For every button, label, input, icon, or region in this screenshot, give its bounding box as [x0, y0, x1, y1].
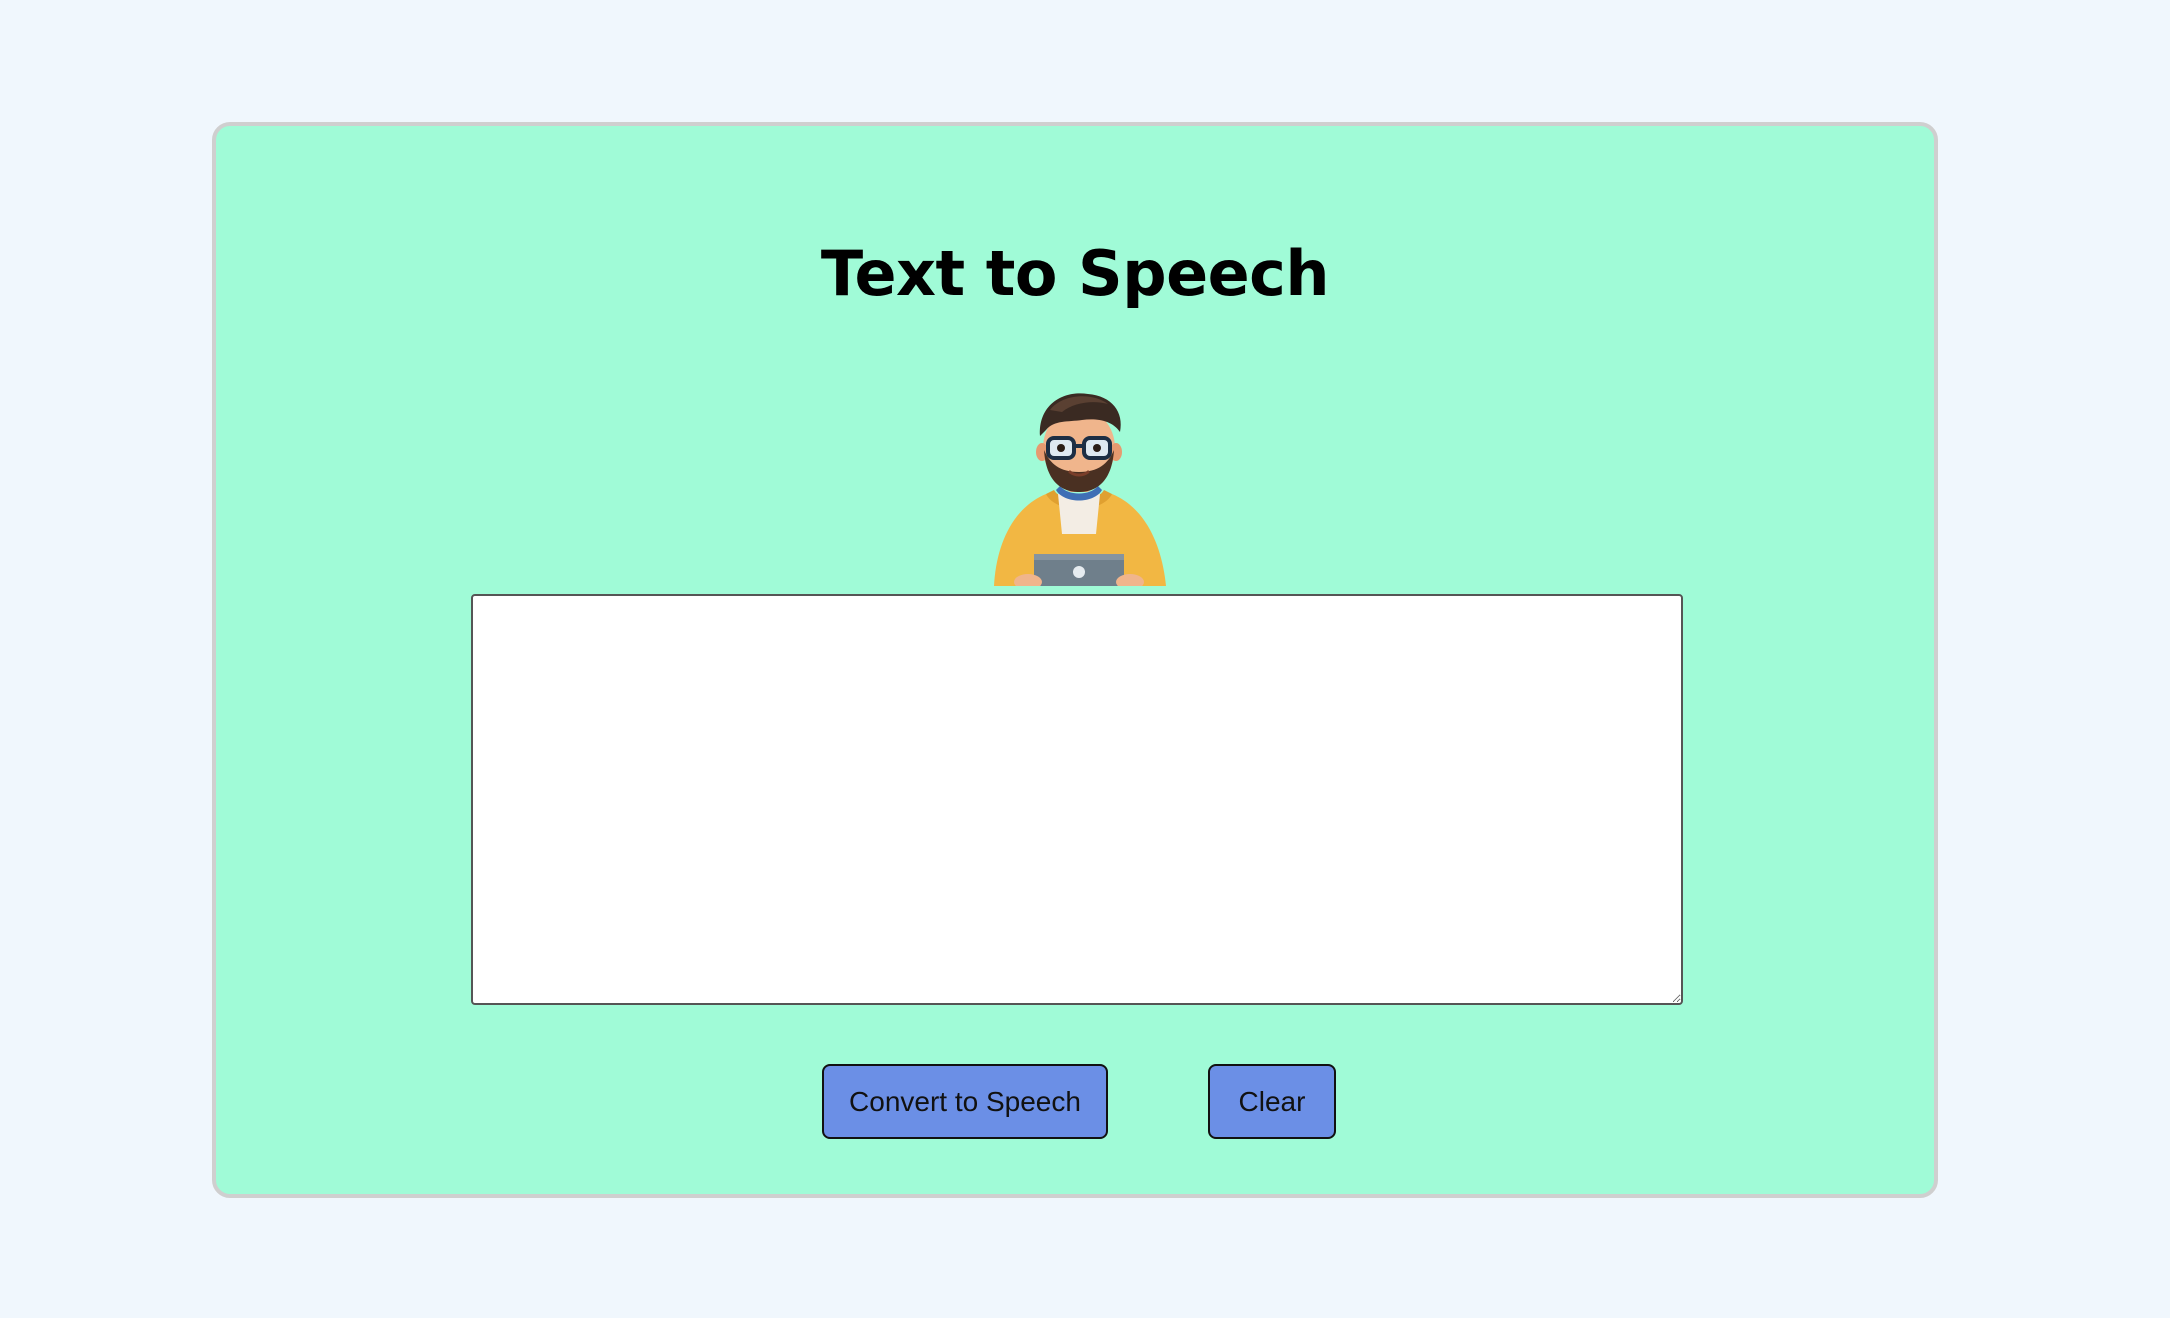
tts-card: Text to Speech Convert to Speech Clear [212, 122, 1938, 1198]
page-title: Text to Speech [820, 237, 1330, 310]
clear-button[interactable]: Clear [1208, 1064, 1336, 1139]
developer-avatar-icon [984, 386, 1174, 586]
convert-to-speech-button[interactable]: Convert to Speech [822, 1064, 1108, 1139]
text-input[interactable] [471, 594, 1683, 1005]
